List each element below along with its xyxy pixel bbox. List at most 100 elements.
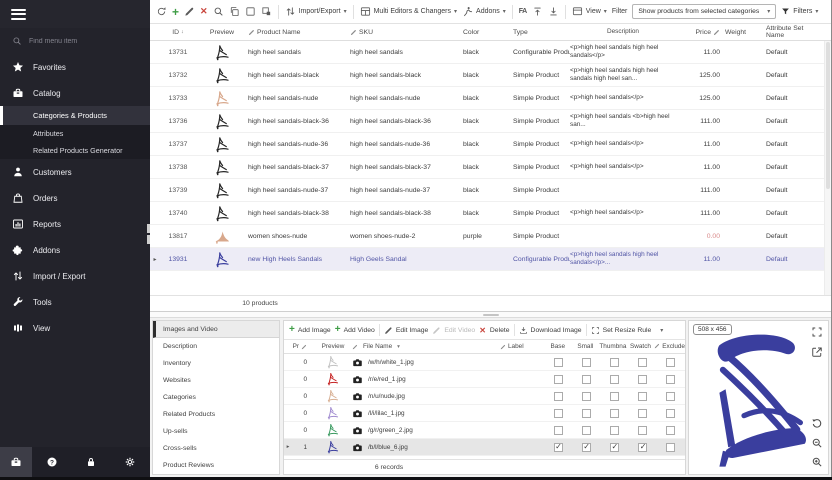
small-checkbox[interactable] bbox=[582, 409, 591, 418]
edit-image-button[interactable]: Edit Image bbox=[384, 326, 429, 335]
column-header-file-name[interactable]: File Name▾ bbox=[352, 343, 500, 350]
column-header-thumbnail[interactable]: Thumbna bbox=[599, 343, 627, 350]
column-header-base[interactable]: Base bbox=[544, 343, 572, 350]
checkbox-select-button[interactable] bbox=[245, 6, 256, 17]
image-row[interactable]: 0 /g/r/green_2.jpg bbox=[284, 422, 685, 439]
exclude-checkbox[interactable] bbox=[666, 375, 675, 384]
sidebar-item-categories-products[interactable]: Categories & Products bbox=[0, 106, 150, 125]
download-image-button[interactable]: Download Image bbox=[519, 326, 582, 335]
base-checkbox[interactable] bbox=[554, 409, 563, 418]
column-header-sku[interactable]: SKU bbox=[350, 29, 463, 36]
table-row[interactable]: 13738 high heel sandals-black-37 high he… bbox=[150, 156, 831, 179]
detail-tab-categories[interactable]: Categories bbox=[153, 389, 279, 406]
detail-tab-inventory[interactable]: Inventory bbox=[153, 355, 279, 372]
small-checkbox[interactable] bbox=[582, 358, 591, 367]
thumbnail-checkbox[interactable] bbox=[610, 358, 619, 367]
products-scrollbar[interactable] bbox=[824, 41, 831, 295]
sidebar-search[interactable] bbox=[0, 28, 150, 54]
menu-search-input[interactable] bbox=[29, 38, 129, 45]
image-row[interactable]: 1 /b/l/blue_6.jpg bbox=[284, 439, 685, 456]
fullscreen-icon[interactable] bbox=[811, 326, 823, 338]
column-header-weight[interactable]: Weight bbox=[725, 29, 762, 36]
thumbnail-checkbox[interactable] bbox=[610, 409, 619, 418]
column-header-type[interactable]: Type bbox=[513, 29, 570, 36]
column-header-color[interactable]: Color bbox=[463, 29, 513, 36]
table-row[interactable]: 13732 high heel sandals-black high heel … bbox=[150, 64, 831, 87]
swatch-checkbox[interactable] bbox=[638, 358, 647, 367]
duplicate-button[interactable] bbox=[261, 6, 272, 17]
sidebar-item-related-products-generator[interactable]: Related Products Generator bbox=[0, 142, 150, 159]
column-header-id[interactable]: ID↓ bbox=[160, 29, 196, 36]
sidebar-item-import-export[interactable]: Import / Export bbox=[0, 263, 150, 289]
expand-rows-icon[interactable] bbox=[532, 6, 543, 17]
exclude-checkbox[interactable] bbox=[666, 426, 675, 435]
detail-tab-websites[interactable]: Websites bbox=[153, 372, 279, 389]
swatch-checkbox[interactable] bbox=[638, 375, 647, 384]
view-dropdown[interactable]: View▾ bbox=[572, 6, 607, 17]
import-export-dropdown[interactable]: Import/Export▾ bbox=[285, 6, 347, 17]
column-header-price[interactable]: Price bbox=[682, 29, 725, 36]
exclude-checkbox[interactable] bbox=[666, 409, 675, 418]
set-resize-rule-button[interactable]: Set Resize Rule▾ bbox=[591, 326, 664, 335]
detail-tab-cross-sells[interactable]: Cross-sells bbox=[153, 440, 279, 457]
edit-product-button[interactable] bbox=[184, 6, 195, 17]
refresh-button[interactable] bbox=[156, 6, 167, 17]
thumbnail-checkbox[interactable] bbox=[610, 426, 619, 435]
add-product-button[interactable]: + bbox=[172, 6, 179, 18]
base-checkbox[interactable] bbox=[554, 358, 563, 367]
image-row[interactable]: 0 /w/h/white_1.jpg bbox=[284, 354, 685, 371]
sidebar-item-addons[interactable]: Addons bbox=[0, 237, 150, 263]
image-row[interactable]: 0 /l/i/lilac_1.jpg bbox=[284, 405, 685, 422]
filter-mode-select[interactable]: Show products from selected categories▾ bbox=[632, 4, 776, 19]
thumbnail-checkbox[interactable] bbox=[610, 375, 619, 384]
column-header-attribute-set[interactable]: Attribute Set Name bbox=[762, 25, 820, 39]
table-row[interactable]: 13733 high heel sandals-nude high heel s… bbox=[150, 87, 831, 110]
small-checkbox[interactable] bbox=[582, 443, 591, 452]
thumbnail-checkbox[interactable] bbox=[610, 392, 619, 401]
detail-tab-description[interactable]: Description bbox=[153, 338, 279, 355]
detail-tab-related-products[interactable]: Related Products bbox=[153, 406, 279, 423]
edit-video-button[interactable]: Edit Video bbox=[432, 326, 475, 335]
addons-dropdown[interactable]: Addons▾ bbox=[462, 6, 506, 17]
detail-tab-product-reviews[interactable]: Product Reviews bbox=[153, 457, 279, 474]
swatch-checkbox[interactable] bbox=[638, 426, 647, 435]
delete-image-button[interactable]: Delete bbox=[490, 327, 510, 334]
add-video-button[interactable]: +Add Video bbox=[335, 325, 375, 335]
exclude-checkbox[interactable] bbox=[666, 392, 675, 401]
sidebar-item-catalog[interactable]: Catalog bbox=[0, 80, 150, 106]
multi-editors-dropdown[interactable]: Multi Editors & Changers▾ bbox=[360, 6, 457, 17]
delete-product-button[interactable]: ✕ bbox=[200, 6, 208, 17]
image-row[interactable]: 0 /r/e/red_1.jpg bbox=[284, 371, 685, 388]
translate-icon[interactable]: FA bbox=[519, 8, 527, 15]
table-row[interactable]: 13731 high heel sandals high heel sandal… bbox=[150, 41, 831, 64]
column-header-small[interactable]: Small bbox=[572, 343, 600, 350]
sidebar-item-view[interactable]: View bbox=[0, 315, 150, 341]
rotate-image-icon[interactable] bbox=[811, 418, 823, 430]
column-header-label[interactable]: Label bbox=[500, 343, 544, 350]
sidebar-item-favorites[interactable]: Favorites bbox=[0, 54, 150, 80]
thumbnail-checkbox[interactable] bbox=[610, 443, 619, 452]
base-checkbox[interactable] bbox=[554, 443, 563, 452]
lock-icon[interactable] bbox=[85, 456, 97, 468]
table-row[interactable]: 13739 high heel sandals-nude-37 high hee… bbox=[150, 179, 831, 202]
copy-button[interactable] bbox=[229, 6, 240, 17]
help-icon[interactable] bbox=[46, 456, 58, 468]
base-checkbox[interactable] bbox=[554, 426, 563, 435]
column-header-exclude[interactable]: Exclude bbox=[654, 343, 685, 350]
settings-gear-icon[interactable] bbox=[124, 456, 136, 468]
column-header-product-name[interactable]: Product Name bbox=[248, 29, 350, 36]
base-checkbox[interactable] bbox=[554, 375, 563, 384]
panel-splitter-grip[interactable] bbox=[147, 224, 151, 246]
table-row[interactable]: 13931 new High Heels Sandals High Geels … bbox=[150, 248, 831, 271]
sidebar-item-reports[interactable]: Reports bbox=[0, 211, 150, 237]
detail-tab-up-sells[interactable]: Up-sells bbox=[153, 423, 279, 440]
hamburger-menu-icon[interactable] bbox=[11, 6, 26, 22]
sidebar-item-orders[interactable]: Orders bbox=[0, 185, 150, 211]
table-row[interactable]: 13817 women shoes-nude women shoes-nude-… bbox=[150, 225, 831, 248]
sidebar-item-tools[interactable]: Tools bbox=[0, 289, 150, 315]
column-header-pr[interactable]: Pr bbox=[292, 343, 314, 350]
sidebar-item-customers[interactable]: Customers bbox=[0, 159, 150, 185]
base-checkbox[interactable] bbox=[554, 392, 563, 401]
zoom-out-icon[interactable] bbox=[811, 437, 823, 449]
column-header-preview[interactable]: Preview bbox=[196, 29, 248, 36]
